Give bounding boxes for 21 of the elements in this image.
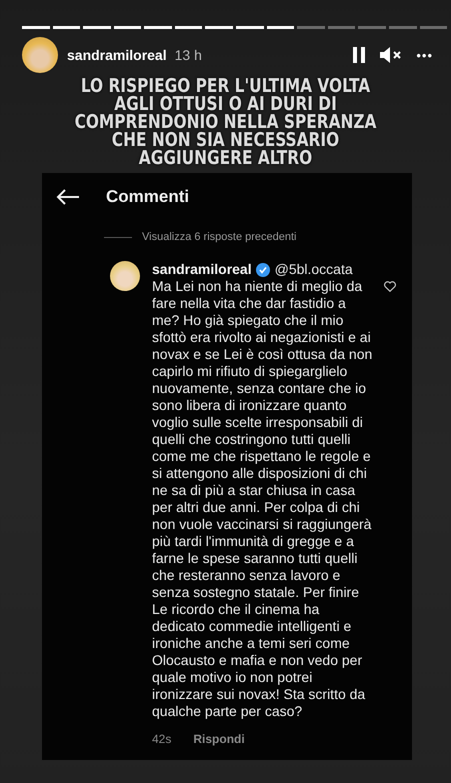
comment-text: Ma Lei non ha niente di meglio da fare nella vita che dar fastidio a me? Ho già spiegato che il mio sfottò era rivolto ai negazionisti e ai novax e se Lei è così ottusa da non capirlo mi rifiuto di spiegarglielo nuovamente, senza contare che io sono libera di ironizzare quanto voglio sulle scelte irresponsabili di quelli che costringono tutti quelli come me che rispettano le regole e si attengono alle disposizioni di chi ne sa di più a star chiusa in casa per altri due anni. Per colpa di chi non vuole vaccinarsi si raggiungerà più tardi l'immunità di gregge e a farne le spese saranno tutti quelli che resteranno senza lavoro e senza sostegno statale. Per finire Le ricordo che il cinema ha dedicato commedie intelligenti e ironiche anche a temi seri come Olocausto e mafia e non vedo per quale motivo io non potrei ironizzare sui novax! Sta scritto da qualche parte per caso?: [152, 278, 374, 720]
username[interactable]: sandramiloreal: [67, 47, 167, 63]
muted-speaker-icon[interactable]: [380, 47, 402, 63]
post-time: 13 h: [174, 47, 202, 63]
view-replies-link[interactable]: Visualizza 6 risposte precedenti: [142, 231, 296, 243]
caption-line: COMPRENDONIO NELLA SPERANZA: [74, 113, 376, 131]
mention: @5bl.occata: [274, 261, 353, 278]
avatar[interactable]: [22, 37, 58, 73]
pause-icon[interactable]: [352, 47, 366, 63]
caption-line: AGGIUNGERE ALTRO: [138, 149, 312, 167]
caption-line: AGLI OTTUSI O AI DURI DI: [114, 95, 337, 113]
comment-avatar: [110, 261, 140, 291]
reply-link[interactable]: Rispondi: [193, 732, 245, 746]
comment-username: sandramiloreal: [152, 261, 252, 278]
caption-line: CHE NON SIA NECESSARIO: [112, 131, 340, 149]
more-button[interactable]: •••: [416, 48, 433, 62]
screen-title: Commenti: [106, 187, 190, 207]
like-heart-icon[interactable]: [384, 281, 396, 292]
comment-time: 42s: [152, 732, 172, 746]
caption-line: LO RISPIEGO PER L'ULTIMA VOLTA: [80, 77, 370, 95]
back-arrow-icon: [56, 189, 80, 205]
